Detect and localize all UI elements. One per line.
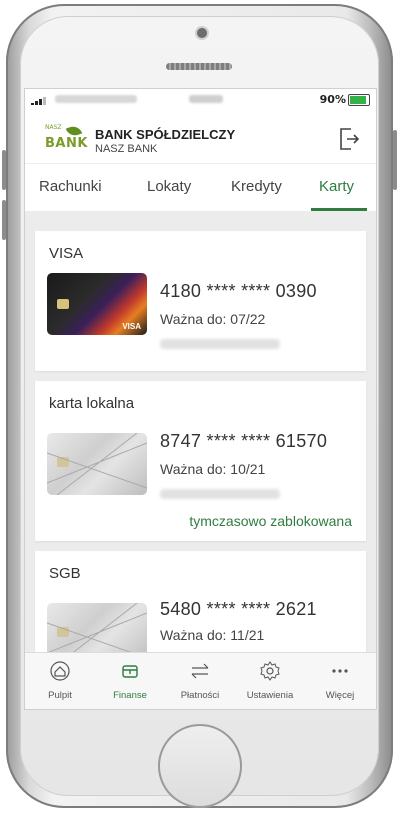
nav-finanse[interactable]: Finanse: [95, 653, 165, 709]
tab-bar: Rachunki Lokaty Kredyty Karty: [25, 164, 376, 213]
bank-subtitle: NASZ BANK: [95, 143, 158, 155]
nav-wiecej[interactable]: Więcej: [305, 653, 375, 709]
nav-label: Płatności: [180, 690, 220, 701]
card-sgb[interactable]: SGB 5480 **** **** 2621 Ważna do: 11/21: [35, 551, 366, 653]
nav-platnosci[interactable]: Płatności: [165, 653, 235, 709]
tab-karty[interactable]: Karty: [319, 178, 354, 195]
battery-percent: 90%: [319, 93, 346, 106]
card-valid-date: Ważna do: 07/22: [160, 311, 266, 327]
card-holder-name: [160, 489, 280, 499]
bank-logo: NASZ BANK: [45, 123, 88, 154]
card-number: 5480 **** **** 2621: [160, 599, 317, 619]
signal-icon: [31, 97, 49, 105]
logout-icon[interactable]: [338, 127, 360, 151]
status-time: [189, 95, 223, 103]
tab-rachunki[interactable]: Rachunki: [39, 178, 102, 195]
battery-icon: [348, 94, 370, 106]
tab-lokaty[interactable]: Lokaty: [147, 178, 191, 195]
card-title: karta lokalna: [49, 395, 135, 412]
nav-label: Ustawienia: [246, 690, 294, 701]
card-visa[interactable]: VISA VISA 4180 **** **** 0390 Ważna do: …: [35, 231, 366, 371]
carrier-name: [55, 95, 137, 103]
logo-text-top: NASZ: [45, 124, 62, 131]
volume-button: [2, 150, 6, 190]
wallet-icon: [122, 665, 138, 678]
card-local[interactable]: karta lokalna 8747 **** **** 61570 Ważna…: [35, 381, 366, 541]
gear-icon: [260, 661, 280, 681]
card-number: 8747 **** **** 61570: [160, 431, 328, 451]
home-icon: [50, 661, 70, 681]
front-camera: [197, 28, 207, 38]
nav-pulpit[interactable]: Pulpit: [25, 653, 95, 709]
bottom-navigation: Pulpit Finanse Płatności Ustawienia Więc…: [25, 652, 376, 709]
nav-label: Pulpit: [48, 690, 72, 701]
local-card-image: [47, 433, 147, 495]
transfer-arrows-icon: [191, 663, 209, 679]
card-valid-date: Ważna do: 11/21: [160, 627, 265, 643]
home-button[interactable]: [158, 724, 242, 808]
bank-name: BANK SPÓŁDZIELCZY: [95, 127, 236, 142]
card-title: VISA: [49, 245, 84, 262]
card-number: 4180 **** **** 0390: [160, 281, 317, 301]
volume-button: [2, 200, 6, 240]
card-status-badge: tymczasowo zablokowana: [189, 513, 352, 529]
card-title: SGB: [49, 565, 81, 582]
nav-label: Więcej: [325, 690, 355, 701]
more-dots-icon: [332, 669, 348, 673]
status-bar: 90%: [25, 89, 376, 113]
power-button: [393, 130, 397, 190]
card-holder-name: [160, 339, 280, 349]
nav-label: Finanse: [113, 690, 147, 701]
app-screen: 90% NASZ BANK BANK SPÓŁDZIELCZY NASZ BAN…: [25, 89, 376, 709]
visa-card-image: VISA: [47, 273, 147, 335]
nav-ustawienia[interactable]: Ustawienia: [235, 653, 305, 709]
earpiece-speaker: [166, 63, 232, 70]
app-header: NASZ BANK BANK SPÓŁDZIELCZY NASZ BANK: [25, 113, 376, 164]
sgb-card-image: [47, 603, 147, 653]
logo-text-bottom: BANK: [45, 136, 88, 151]
tab-kredyty[interactable]: Kredyty: [231, 178, 282, 195]
cards-list: VISA VISA 4180 **** **** 0390 Ważna do: …: [25, 211, 376, 653]
card-valid-date: Ważna do: 10/21: [160, 461, 266, 477]
